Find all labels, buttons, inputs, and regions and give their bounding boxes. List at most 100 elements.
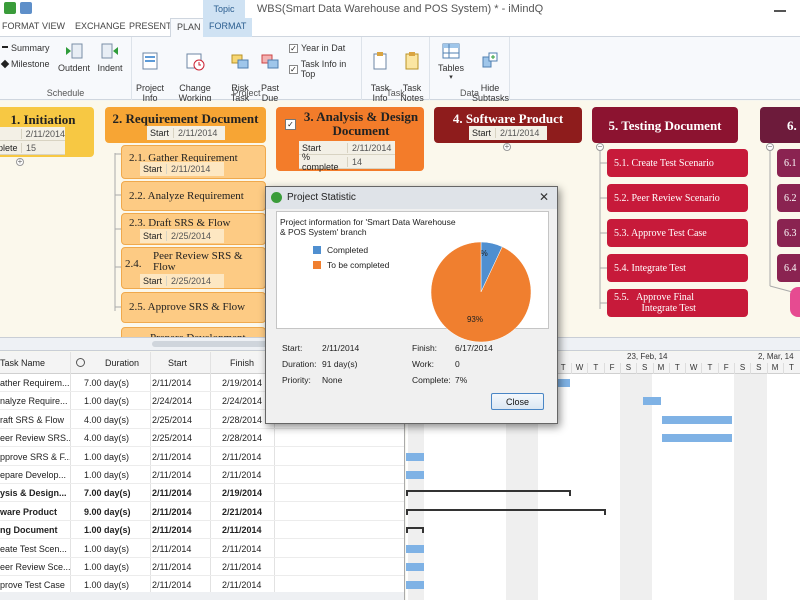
duration-cell: 4.00 day(s) [84, 433, 130, 444]
tab-format-left[interactable]: FORMAT [2, 21, 39, 31]
subtopic-analyze-requirement[interactable]: 2.2. Analyze Requirement [121, 181, 266, 211]
subtopic-peer-review-scenario[interactable]: 5.2. Peer Review Scenario [607, 184, 748, 212]
legend-todo-label: To be completed [327, 260, 390, 270]
subtopic-integrate-test[interactable]: 5.4. Integrate Test [607, 254, 748, 282]
start-cell: 2/11/2014 [152, 580, 192, 591]
complete-value: 7% [455, 375, 468, 385]
subtopic-prepare-development[interactable]: Prepare Development [121, 327, 266, 337]
work-label: Work: [412, 359, 435, 369]
tab-exchange[interactable]: EXCHANGE [75, 21, 126, 31]
initiation-expand-toggle[interactable]: + [16, 158, 24, 166]
milestone-button[interactable]: Milestone [0, 59, 50, 69]
subtopic-peer-review-srs[interactable]: 2.4. Peer Review SRS & Flow Start 2/25/20… [121, 247, 266, 289]
summary-button[interactable]: Summary [2, 43, 50, 53]
subtopic-draft-srs[interactable]: 2.3. Draft SRS & Flow Start 2/25/2014 [121, 213, 266, 245]
software-expand-toggle[interactable]: + [503, 143, 511, 151]
table-row[interactable]: pprove SRS & F... 1.00 day(s) 2/11/2014 2/1… [0, 448, 404, 466]
duration-cell: 7.00 day(s) [84, 378, 130, 388]
gantt-task-bar[interactable] [406, 471, 424, 479]
subtopic-create-test-scenario[interactable]: 5.1. Create Test Scenario [607, 149, 748, 177]
gantt-summary-bar[interactable] [406, 527, 424, 534]
year-in-date-checkbox[interactable]: ✓ Year in Dat [289, 43, 345, 53]
legend-todo-swatch [313, 261, 321, 269]
finish-cell: 2/11/2014 [222, 580, 262, 591]
node-requirement-document[interactable]: 2. Requirement Document Start 2/11/2014 [105, 107, 266, 143]
dialog-title-bar[interactable]: Project Statistic ✕ [266, 187, 557, 209]
task-info-in-top-check[interactable]: ✓ [289, 64, 298, 74]
gantt-task-bar[interactable] [406, 563, 424, 571]
subtopic-approve-final-integrate-test[interactable]: 5.5. Approve Final Integrate Test [607, 289, 748, 317]
weekend-column [619, 374, 637, 600]
priority-label: Priority: [282, 375, 311, 385]
start-cell: 2/11/2014 [152, 451, 192, 462]
year-in-date-check[interactable]: ✓ [289, 43, 298, 53]
subtopic-six-2[interactable]: 6.2 [777, 184, 800, 212]
gantt-summary-bar[interactable] [406, 490, 571, 497]
start-cell: 2/11/2014 [152, 506, 192, 517]
completion-pie-chart: 7%93% [430, 241, 532, 343]
table-row[interactable]: ng Document 1.00 day(s) 2/11/2014 2/11/2014 [0, 521, 404, 540]
tab-present[interactable]: PRESENT [129, 21, 172, 31]
subtopic-approve-srs[interactable]: 2.5. Approve SRS & Flow [121, 292, 266, 323]
tab-format-topic[interactable]: FORMAT [203, 18, 253, 37]
close-icon[interactable]: ✕ [539, 190, 549, 204]
pie-label-to-be-completed: 93% [467, 315, 483, 324]
node-six[interactable]: 6. [760, 107, 800, 143]
subtopic-six-3[interactable]: 6.3 [777, 219, 800, 247]
tables-button[interactable]: Tables ▾ [434, 41, 468, 83]
six-collapse-toggle[interactable]: − [766, 143, 774, 151]
draft-info: Start 2/25/2014 [140, 229, 224, 243]
gantt-task-bar[interactable] [662, 434, 732, 443]
gantt-summary-bar[interactable] [406, 508, 606, 515]
gantt-task-bar[interactable] [406, 452, 424, 461]
close-button[interactable]: Close [491, 393, 544, 410]
gantt-task-bar[interactable] [406, 581, 424, 590]
node-initiation[interactable]: 1. Initiation 2/11/2014 plete 15 [0, 107, 94, 157]
table-row[interactable]: eer Review Sce... 1.00 day(s) 2/11/2014 2/1… [0, 558, 404, 576]
column-task-name[interactable]: Task Name [0, 352, 70, 374]
tab-view[interactable]: VIEW [42, 21, 65, 31]
gantt-task-bar[interactable] [556, 379, 570, 387]
gantt-task-bar[interactable] [662, 415, 732, 424]
finish-cell: 2/11/2014 [222, 562, 262, 572]
task-notes-icon [405, 52, 419, 70]
duration-cell: 9.00 day(s) [84, 506, 131, 517]
subtopic-approve-test-case[interactable]: 5.3. Approve Test Case [607, 219, 748, 247]
outdent-button[interactable]: Outdent [56, 41, 92, 73]
node-software-product[interactable]: 4. Software Product Start 2/11/2014 [434, 107, 582, 143]
grid-hscrollbar[interactable] [0, 592, 404, 600]
project-group-label: Project [232, 88, 261, 98]
subtopic-gather-requirement[interactable]: 2.1. Gather Requirement Start 2/11/2014 [121, 145, 266, 179]
gantt-week-2: 2, Mar, 14 [758, 352, 794, 361]
tab-plan[interactable]: PLAN [170, 18, 208, 38]
node-testing-document[interactable]: 5. Testing Document [592, 107, 738, 143]
gantt-week-1: 23, Feb, 14 [627, 352, 668, 361]
initiation-info: 2/11/2014 plete 15 [0, 127, 65, 155]
table-row[interactable]: ware Product 9.00 day(s) 2/11/2014 2/21/201… [0, 503, 404, 521]
table-row[interactable]: epare Develop... 1.00 day(s) 2/11/2014 2/11… [0, 466, 404, 484]
node-analysis-design[interactable]: ✓ 3. Analysis & Design Document Start 2/1… [276, 107, 424, 172]
column-start[interactable]: Start [150, 352, 210, 374]
testing-collapse-toggle[interactable]: − [596, 143, 604, 151]
task-info-in-top-checkbox[interactable]: ✓ Task Info in Top [289, 59, 361, 79]
tables-dropdown-arrow[interactable]: ▾ [434, 73, 468, 83]
column-duration[interactable]: Duration [70, 352, 150, 374]
table-row[interactable]: eer Review SRS... 4.00 day(s) 2/25/2014 2/2… [0, 429, 404, 448]
subtopic-six-5[interactable] [790, 287, 800, 317]
gantt-task-bar[interactable] [643, 397, 661, 406]
duration-cell: 1.00 day(s) [84, 580, 130, 591]
minimize-button[interactable] [766, 2, 794, 14]
table-row[interactable]: eate Test Scen... 1.00 day(s) 2/11/2014 2/1… [0, 540, 404, 558]
indent-button[interactable]: Indent [94, 41, 126, 73]
table-row[interactable]: ysis & Design... 7.00 day(s) 2/11/2014 2/19… [0, 484, 404, 503]
gantt-day-label: S [750, 363, 766, 374]
clock-icon [76, 358, 85, 367]
subtopic-six-4[interactable]: 6.4 [777, 254, 800, 282]
subtopic-six-1[interactable]: 6.1 [777, 149, 800, 177]
app-logo-icon [271, 192, 282, 203]
gantt-task-bar[interactable] [406, 544, 424, 553]
start-cell: 2/25/2014 [152, 414, 193, 425]
finish-cell: 2/28/2014 [222, 433, 263, 444]
task-name-cell: ysis & Design... [0, 488, 67, 499]
task-checkbox-icon[interactable]: ✓ [285, 119, 296, 130]
